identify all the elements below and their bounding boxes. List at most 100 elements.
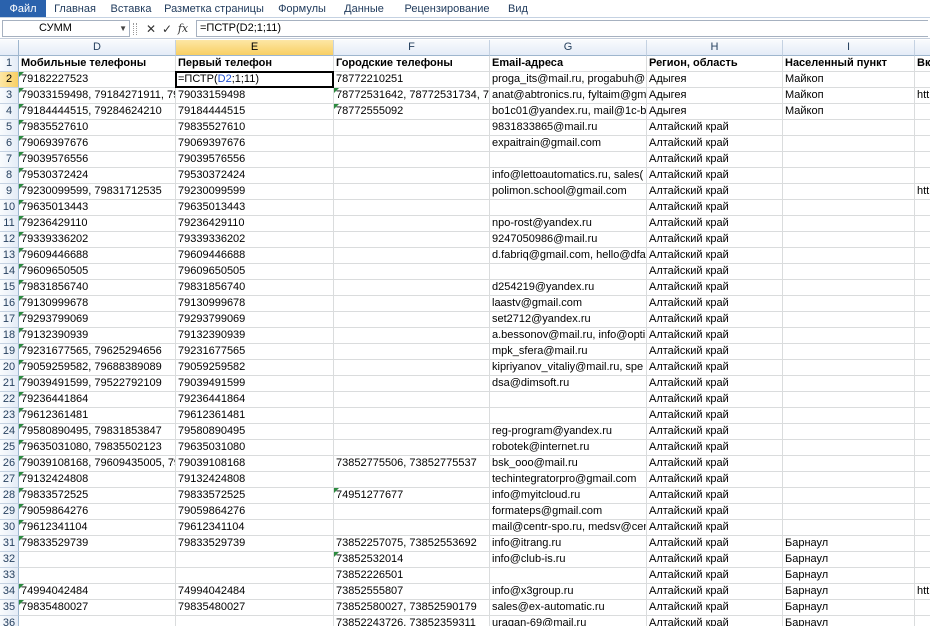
table-cell-col-j[interactable]	[915, 232, 930, 248]
table-cell-col-e[interactable]: 79635013443	[176, 200, 334, 216]
error-indicator-icon[interactable]	[19, 120, 24, 125]
table-cell-col-j[interactable]	[915, 136, 930, 152]
table-cell-col-j[interactable]	[915, 408, 930, 424]
table-cell-col-h[interactable]: Алтайский край	[647, 360, 783, 376]
table-cell-col-j[interactable]	[915, 472, 930, 488]
table-cell-col-j[interactable]	[915, 552, 930, 568]
table-cell-col-g[interactable]: info@itrang.ru	[490, 536, 647, 552]
table-cell-col-g[interactable]: mpk_sfera@mail.ru	[490, 344, 647, 360]
table-cell-col-e[interactable]: 79609650505	[176, 264, 334, 280]
table-cell-col-e[interactable]: 79609446688	[176, 248, 334, 264]
table-cell-col-h[interactable]: Алтайский край	[647, 440, 783, 456]
table-cell-col-i[interactable]: Майкоп	[783, 72, 915, 88]
table-cell-col-f[interactable]	[334, 184, 490, 200]
table-cell-col-e[interactable]: 79230099599	[176, 184, 334, 200]
table-cell-col-g[interactable]: info@x3group.ru	[490, 584, 647, 600]
table-cell-col-i[interactable]: Майкоп	[783, 104, 915, 120]
table-cell-col-d[interactable]: 79132424808	[19, 472, 176, 488]
table-cell-col-d[interactable]: 79635013443	[19, 200, 176, 216]
table-cell-col-i[interactable]	[783, 184, 915, 200]
table-cell-col-h[interactable]: Адыгея	[647, 104, 783, 120]
table-cell-col-g[interactable]: expaitrain@gmail.com	[490, 136, 647, 152]
error-indicator-icon[interactable]	[19, 264, 24, 269]
cancel-icon[interactable]: ✕	[144, 21, 158, 37]
row-header[interactable]: 1	[0, 56, 19, 72]
table-cell-col-f[interactable]	[334, 168, 490, 184]
table-cell-col-h[interactable]: Алтайский край	[647, 408, 783, 424]
table-cell-col-g[interactable]: d.fabriq@gmail.com, hello@dfa	[490, 248, 647, 264]
row-header[interactable]: 34	[0, 584, 19, 600]
tab-file[interactable]: Файл	[0, 0, 46, 17]
table-cell-col-d[interactable]: 79835527610	[19, 120, 176, 136]
column-header-i[interactable]: I	[783, 40, 915, 56]
table-cell-col-e[interactable]: 79231677565	[176, 344, 334, 360]
table-cell-col-e[interactable]	[176, 568, 334, 584]
formula-bar-grip[interactable]	[133, 23, 137, 35]
table-cell-col-f[interactable]	[334, 152, 490, 168]
table-cell-col-f[interactable]: 73852226501	[334, 568, 490, 584]
table-cell-col-g[interactable]: set2712@yandex.ru	[490, 312, 647, 328]
table-cell-col-g[interactable]: a.bessonov@mail.ru, info@opti	[490, 328, 647, 344]
table-cell-col-d[interactable]: 79039576556	[19, 152, 176, 168]
table-cell-col-h[interactable]: Алтайский край	[647, 600, 783, 616]
table-cell-col-h[interactable]: Алтайский край	[647, 312, 783, 328]
table-cell-col-j[interactable]: htt	[915, 88, 930, 104]
table-cell-col-f[interactable]	[334, 232, 490, 248]
table-cell-col-h[interactable]: Алтайский край	[647, 344, 783, 360]
table-cell-col-g[interactable]: npo-rost@yandex.ru	[490, 216, 647, 232]
error-indicator-icon[interactable]	[334, 552, 339, 557]
table-cell-col-i[interactable]	[783, 488, 915, 504]
table-cell-col-g[interactable]: anat@abtronics.ru, fyltaim@gm	[490, 88, 647, 104]
table-cell-col-j[interactable]	[915, 424, 930, 440]
table-cell-col-j[interactable]	[915, 360, 930, 376]
table-cell-col-f[interactable]	[334, 440, 490, 456]
table-cell-col-i[interactable]: Барнаул	[783, 536, 915, 552]
table-cell-col-f[interactable]	[334, 472, 490, 488]
column-header-e[interactable]: E	[176, 40, 334, 56]
table-cell-col-f[interactable]	[334, 200, 490, 216]
row-header[interactable]: 3	[0, 88, 19, 104]
worksheet-grid[interactable]: D E F G H I 1 Мобильные телефоны Первый телефон Г…	[0, 40, 930, 626]
row-header[interactable]: 21	[0, 376, 19, 392]
table-cell-col-h[interactable]: Алтайский край	[647, 376, 783, 392]
row-header[interactable]: 4	[0, 104, 19, 120]
table-cell-col-e[interactable]: 79835527610	[176, 120, 334, 136]
table-cell-col-f[interactable]	[334, 376, 490, 392]
table-cell-col-j[interactable]	[915, 456, 930, 472]
table-cell-col-j[interactable]	[915, 264, 930, 280]
table-cell-col-e[interactable]: 79130999678	[176, 296, 334, 312]
table-cell-col-f[interactable]	[334, 216, 490, 232]
error-indicator-icon[interactable]	[334, 88, 339, 93]
table-cell-col-j[interactable]	[915, 216, 930, 232]
table-cell-col-f[interactable]: 73852580027, 73852590179	[334, 600, 490, 616]
table-cell-col-f[interactable]	[334, 408, 490, 424]
row-header[interactable]: 8	[0, 168, 19, 184]
table-cell-col-f[interactable]	[334, 392, 490, 408]
table-cell-col-g[interactable]: laastv@gmail.com	[490, 296, 647, 312]
row-header[interactable]: 17	[0, 312, 19, 328]
tab-view[interactable]: Вид	[500, 0, 536, 17]
error-indicator-icon[interactable]	[19, 104, 24, 109]
table-cell-col-f[interactable]: 73852257075, 73852553692	[334, 536, 490, 552]
table-cell-col-e[interactable]: 79236429110	[176, 216, 334, 232]
table-cell-col-d[interactable]	[19, 616, 176, 626]
header-cell-col-h[interactable]: Регион, область	[647, 56, 783, 72]
table-cell-col-d[interactable]: 79069397676	[19, 136, 176, 152]
row-header[interactable]: 31	[0, 536, 19, 552]
error-indicator-icon[interactable]	[19, 280, 24, 285]
table-cell-col-d[interactable]: 79039491599, 79522792109	[19, 376, 176, 392]
table-cell-col-j[interactable]	[915, 72, 930, 88]
table-cell-col-j[interactable]	[915, 248, 930, 264]
table-cell-col-d[interactable]: 79236441864	[19, 392, 176, 408]
row-header[interactable]: 35	[0, 600, 19, 616]
chevron-down-icon[interactable]: ▼	[119, 21, 127, 36]
error-indicator-icon[interactable]	[19, 440, 24, 445]
column-header-g[interactable]: G	[490, 40, 647, 56]
table-cell-col-e[interactable]: 79039491599	[176, 376, 334, 392]
row-header[interactable]: 16	[0, 296, 19, 312]
table-cell-col-f[interactable]: 78772531642, 78772531734, 7877	[334, 88, 490, 104]
table-cell-col-f[interactable]	[334, 264, 490, 280]
table-cell-col-j[interactable]	[915, 440, 930, 456]
error-indicator-icon[interactable]	[19, 72, 24, 77]
table-cell-col-f[interactable]	[334, 248, 490, 264]
